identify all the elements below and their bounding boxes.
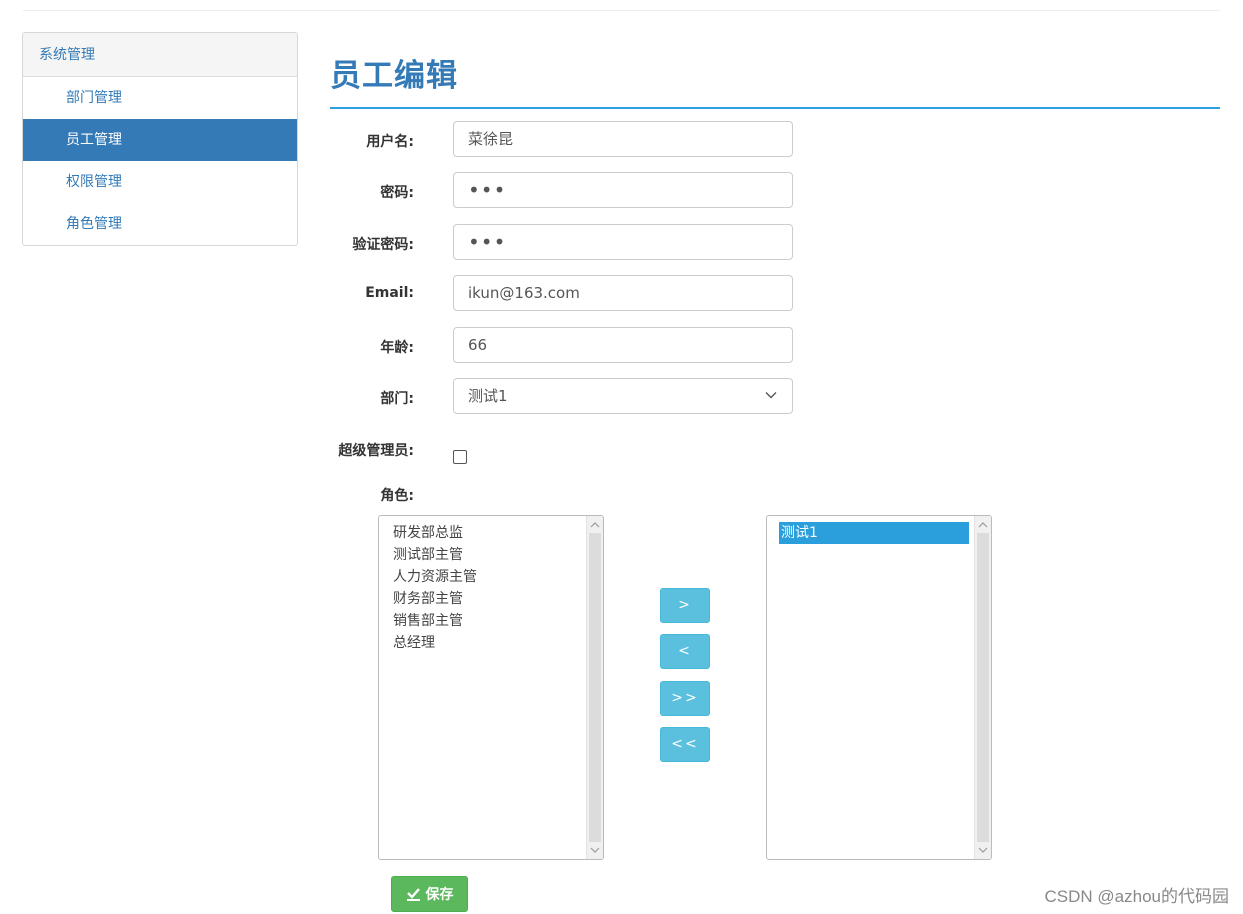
scrollbar-thumb[interactable] <box>589 533 601 842</box>
super-admin-label: 超级管理员: <box>338 443 414 459</box>
username-label: 用户名: <box>366 134 414 150</box>
sidebar-item-role[interactable]: 角色管理 <box>23 203 297 245</box>
list-option[interactable]: 测试部主管 <box>391 544 581 566</box>
selected-roles-list[interactable]: 测试1 <box>766 515 992 860</box>
age-field[interactable]: 66 <box>453 327 793 363</box>
check-edit-icon <box>406 887 420 901</box>
username-field[interactable]: 菜徐昆 <box>453 121 793 157</box>
title-divider <box>330 107 1220 109</box>
scrollbar-thumb[interactable] <box>977 533 989 842</box>
scroll-up-icon[interactable] <box>590 520 600 530</box>
sidebar-header: 系统管理 <box>23 33 297 77</box>
scroll-down-icon[interactable] <box>978 845 988 855</box>
email-label: Email: <box>365 285 414 301</box>
scroll-down-icon[interactable] <box>590 845 600 855</box>
save-button[interactable]: 保存 <box>391 876 468 912</box>
email-field[interactable]: ikun@163.com <box>453 275 793 311</box>
list-option[interactable]: 财务部主管 <box>391 588 581 610</box>
list-option[interactable]: 人力资源主管 <box>391 566 581 588</box>
super-admin-checkbox[interactable] <box>453 450 467 464</box>
sidebar: 系统管理 部门管理 员工管理 权限管理 角色管理 <box>22 32 298 246</box>
move-all-right-button[interactable]: >> <box>660 681 710 716</box>
department-selected-value: 测试1 <box>468 387 508 405</box>
sidebar-item-department[interactable]: 部门管理 <box>23 77 297 119</box>
list-option[interactable]: 研发部总监 <box>391 522 581 544</box>
sidebar-item-employee[interactable]: 员工管理 <box>23 119 297 161</box>
move-right-button[interactable]: > <box>660 588 710 623</box>
password-field[interactable]: ••• <box>453 172 793 208</box>
watermark: CSDN @azhou的代码园 <box>1044 887 1229 906</box>
password-label: 密码: <box>380 185 414 201</box>
department-select[interactable]: 测试1 <box>453 378 793 414</box>
top-divider <box>23 10 1220 11</box>
move-all-left-button[interactable]: << <box>660 727 710 762</box>
role-label: 角色: <box>380 488 414 504</box>
move-left-button[interactable]: < <box>660 634 710 669</box>
sidebar-item-permission[interactable]: 权限管理 <box>23 161 297 203</box>
list-option[interactable]: 销售部主管 <box>391 610 581 632</box>
department-label: 部门: <box>380 391 414 407</box>
scrollbar[interactable] <box>974 516 991 859</box>
scrollbar[interactable] <box>586 516 603 859</box>
confirm-password-label: 验证密码: <box>352 237 414 253</box>
save-label: 保存 <box>425 887 454 903</box>
scroll-up-icon[interactable] <box>978 520 988 530</box>
age-label: 年龄: <box>380 340 414 356</box>
list-option[interactable]: 总经理 <box>391 632 581 654</box>
available-roles-list[interactable]: 研发部总监 测试部主管 人力资源主管 财务部主管 销售部主管 总经理 <box>378 515 604 860</box>
chevron-down-icon <box>765 392 777 399</box>
list-option[interactable]: 测试1 <box>779 522 969 544</box>
page-title: 员工编辑 <box>330 58 458 94</box>
confirm-password-field[interactable]: ••• <box>453 224 793 260</box>
